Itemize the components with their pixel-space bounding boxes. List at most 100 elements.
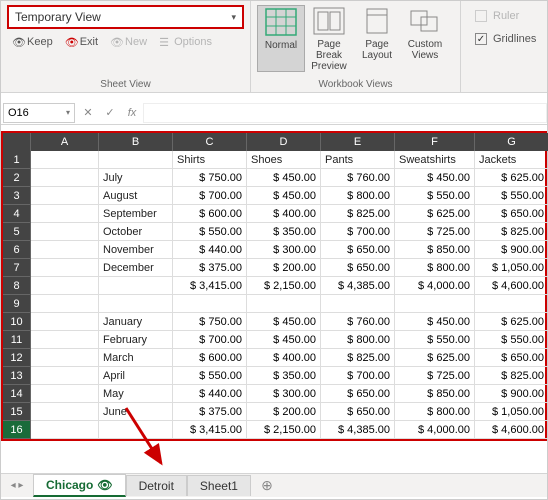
cell-E8[interactable]: $ 4,385.00 xyxy=(321,277,395,295)
normal-view-button[interactable]: Normal xyxy=(257,5,305,72)
select-all-corner[interactable] xyxy=(3,133,31,151)
cell-B12[interactable]: March xyxy=(99,349,173,367)
cell-E3[interactable]: $ 800.00 xyxy=(321,187,395,205)
cell-F1[interactable]: Sweatshirts xyxy=(395,151,475,169)
cell-D5[interactable]: $ 350.00 xyxy=(247,223,321,241)
cell-A8[interactable] xyxy=(31,277,99,295)
row-header-1[interactable]: 1 xyxy=(3,151,31,169)
cell-C12[interactable]: $ 600.00 xyxy=(173,349,247,367)
cell-F15[interactable]: $ 800.00 xyxy=(395,403,475,421)
row-header-2[interactable]: 2 xyxy=(3,169,31,187)
cell-G8[interactable]: $ 4,600.00 xyxy=(475,277,548,295)
cell-G9[interactable] xyxy=(475,295,548,313)
cell-G2[interactable]: $ 625.00 xyxy=(475,169,548,187)
cell-F11[interactable]: $ 550.00 xyxy=(395,331,475,349)
cell-D7[interactable]: $ 200.00 xyxy=(247,259,321,277)
cell-F8[interactable]: $ 4,000.00 xyxy=(395,277,475,295)
cell-A5[interactable] xyxy=(31,223,99,241)
cell-F14[interactable]: $ 850.00 xyxy=(395,385,475,403)
cell-D8[interactable]: $ 2,150.00 xyxy=(247,277,321,295)
cell-E10[interactable]: $ 760.00 xyxy=(321,313,395,331)
cell-B6[interactable]: November xyxy=(99,241,173,259)
cell-E13[interactable]: $ 700.00 xyxy=(321,367,395,385)
cell-G3[interactable]: $ 550.00 xyxy=(475,187,548,205)
cell-E16[interactable]: $ 4,385.00 xyxy=(321,421,395,439)
row-header-9[interactable]: 9 xyxy=(3,295,31,313)
row-header-3[interactable]: 3 xyxy=(3,187,31,205)
cell-E14[interactable]: $ 650.00 xyxy=(321,385,395,403)
cell-F12[interactable]: $ 625.00 xyxy=(395,349,475,367)
cell-D2[interactable]: $ 450.00 xyxy=(247,169,321,187)
cell-C6[interactable]: $ 440.00 xyxy=(173,241,247,259)
cell-E5[interactable]: $ 700.00 xyxy=(321,223,395,241)
cell-A3[interactable] xyxy=(31,187,99,205)
exit-button[interactable]: 👁 Exit xyxy=(60,33,103,51)
cell-B14[interactable]: May xyxy=(99,385,173,403)
row-header-10[interactable]: 10 xyxy=(3,313,31,331)
cell-B5[interactable]: October xyxy=(99,223,173,241)
cell-C10[interactable]: $ 750.00 xyxy=(173,313,247,331)
cell-D1[interactable]: Shoes xyxy=(247,151,321,169)
cell-D4[interactable]: $ 400.00 xyxy=(247,205,321,223)
cell-C14[interactable]: $ 440.00 xyxy=(173,385,247,403)
col-header-F[interactable]: F xyxy=(395,133,475,151)
cell-G12[interactable]: $ 650.00 xyxy=(475,349,548,367)
cell-E15[interactable]: $ 650.00 xyxy=(321,403,395,421)
cell-D9[interactable] xyxy=(247,295,321,313)
cell-G4[interactable]: $ 650.00 xyxy=(475,205,548,223)
tab-detroit[interactable]: Detroit xyxy=(126,475,187,496)
cell-G13[interactable]: $ 825.00 xyxy=(475,367,548,385)
row-header-13[interactable]: 13 xyxy=(3,367,31,385)
cell-C4[interactable]: $ 600.00 xyxy=(173,205,247,223)
name-box[interactable]: O16 ▾ xyxy=(3,103,75,123)
row-header-7[interactable]: 7 xyxy=(3,259,31,277)
cell-C16[interactable]: $ 3,415.00 xyxy=(173,421,247,439)
cell-F2[interactable]: $ 450.00 xyxy=(395,169,475,187)
cell-C1[interactable]: Shirts xyxy=(173,151,247,169)
cell-D10[interactable]: $ 450.00 xyxy=(247,313,321,331)
cell-F7[interactable]: $ 800.00 xyxy=(395,259,475,277)
row-header-5[interactable]: 5 xyxy=(3,223,31,241)
cell-A9[interactable] xyxy=(31,295,99,313)
cell-G1[interactable]: Jackets xyxy=(475,151,548,169)
cell-A7[interactable] xyxy=(31,259,99,277)
page-layout-button[interactable]: Page Layout xyxy=(353,5,401,72)
cell-A4[interactable] xyxy=(31,205,99,223)
cell-E2[interactable]: $ 760.00 xyxy=(321,169,395,187)
keep-button[interactable]: 👁 Keep xyxy=(7,33,58,51)
cell-B10[interactable]: January xyxy=(99,313,173,331)
cell-B9[interactable] xyxy=(99,295,173,313)
col-header-A[interactable]: A xyxy=(31,133,99,151)
cell-D12[interactable]: $ 400.00 xyxy=(247,349,321,367)
cell-A10[interactable] xyxy=(31,313,99,331)
cell-D11[interactable]: $ 450.00 xyxy=(247,331,321,349)
row-header-16[interactable]: 16 xyxy=(3,421,31,439)
cell-E6[interactable]: $ 650.00 xyxy=(321,241,395,259)
col-header-D[interactable]: D xyxy=(247,133,321,151)
tab-sheet1[interactable]: Sheet1 xyxy=(187,475,251,496)
cell-A2[interactable] xyxy=(31,169,99,187)
cell-G10[interactable]: $ 625.00 xyxy=(475,313,548,331)
cell-F10[interactable]: $ 450.00 xyxy=(395,313,475,331)
tab-nav-arrows[interactable]: ◂ ▸ xyxy=(1,480,33,491)
cell-B7[interactable]: December xyxy=(99,259,173,277)
custom-views-button[interactable]: Custom Views xyxy=(401,5,449,72)
cell-E1[interactable]: Pants xyxy=(321,151,395,169)
cell-A6[interactable] xyxy=(31,241,99,259)
cell-E7[interactable]: $ 650.00 xyxy=(321,259,395,277)
col-header-C[interactable]: C xyxy=(173,133,247,151)
add-sheet-button[interactable]: ⊕ xyxy=(257,477,277,494)
cell-C7[interactable]: $ 375.00 xyxy=(173,259,247,277)
cell-E9[interactable] xyxy=(321,295,395,313)
row-header-8[interactable]: 8 xyxy=(3,277,31,295)
cell-C5[interactable]: $ 550.00 xyxy=(173,223,247,241)
formula-input[interactable] xyxy=(143,103,547,123)
cell-G5[interactable]: $ 825.00 xyxy=(475,223,548,241)
cell-G14[interactable]: $ 900.00 xyxy=(475,385,548,403)
cell-B16[interactable] xyxy=(99,421,173,439)
cell-A12[interactable] xyxy=(31,349,99,367)
cell-C8[interactable]: $ 3,415.00 xyxy=(173,277,247,295)
cell-F16[interactable]: $ 4,000.00 xyxy=(395,421,475,439)
cell-C9[interactable] xyxy=(173,295,247,313)
cell-E12[interactable]: $ 825.00 xyxy=(321,349,395,367)
